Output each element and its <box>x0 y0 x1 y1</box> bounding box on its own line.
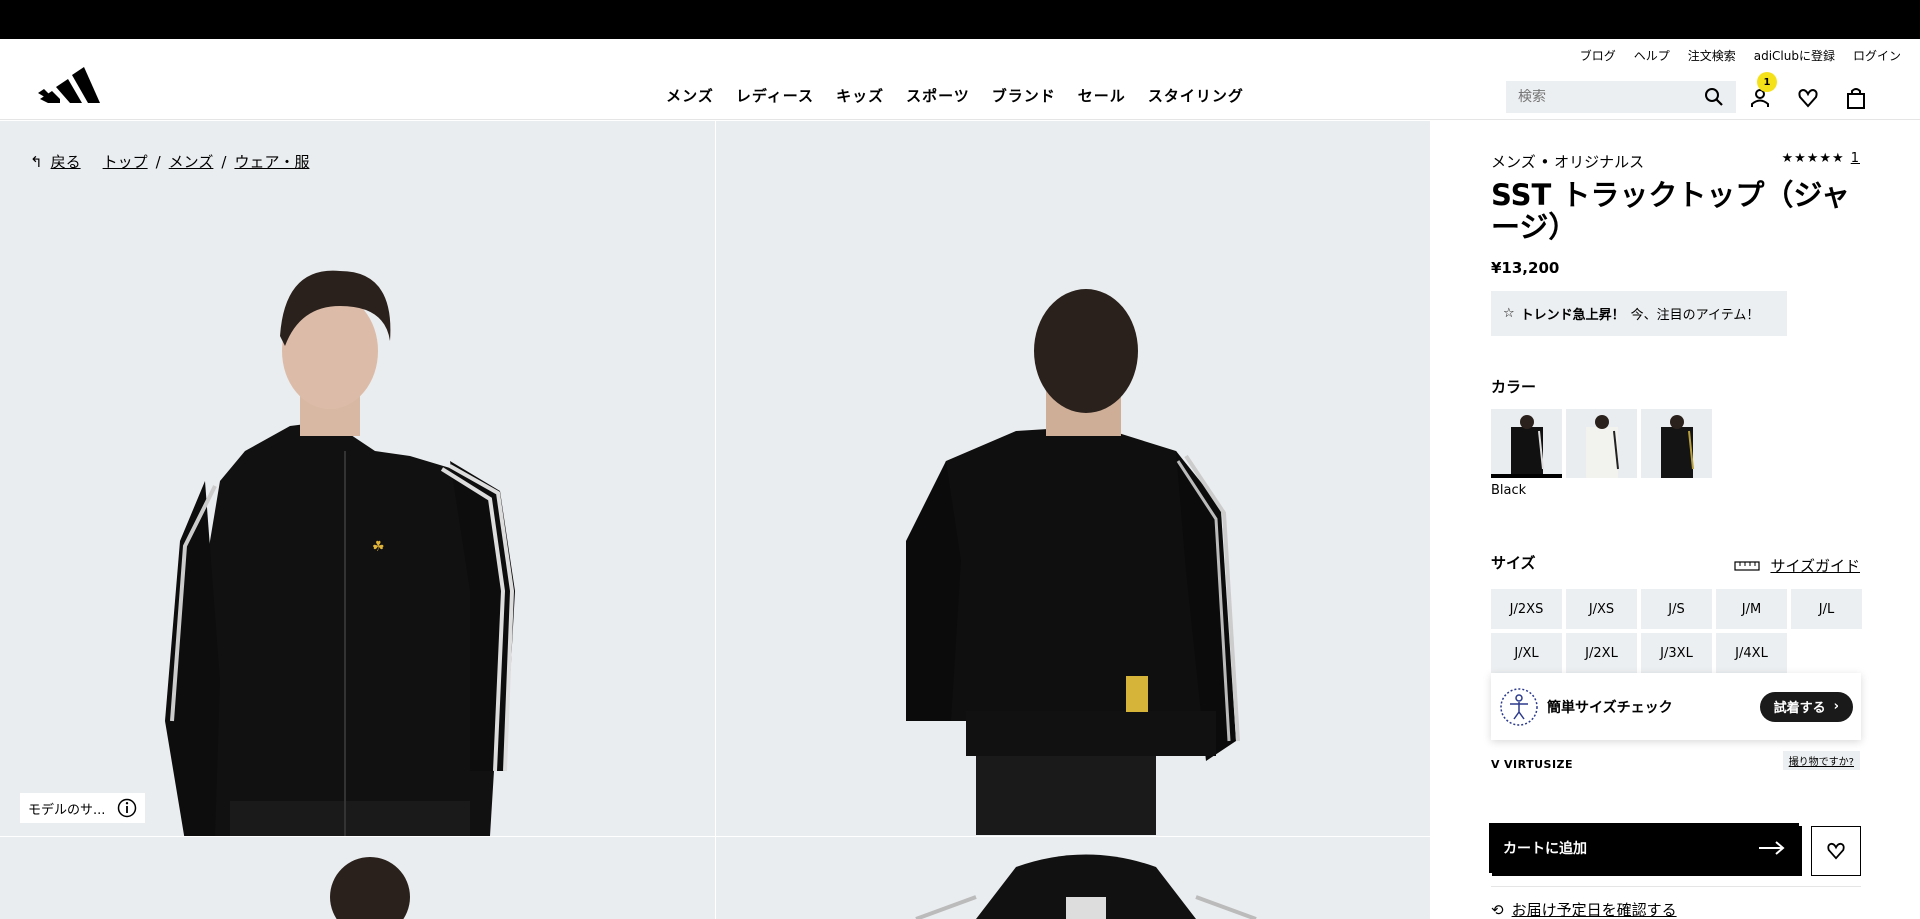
product-photo-front[interactable]: ☘ <box>0 121 715 836</box>
virtusize-card: 簡単サイズチェック 試着する › <box>1491 673 1861 740</box>
product-title: SST トラックトップ（ジャージ） <box>1491 178 1850 244</box>
color-swatches <box>1491 409 1712 478</box>
size-option[interactable]: J/M <box>1716 589 1787 629</box>
breadcrumb-separator: / <box>221 152 227 171</box>
util-adiclub[interactable]: adiClubに登録 <box>1754 47 1835 64</box>
virtusize-v-icon: V <box>1491 758 1501 771</box>
sparkle-icon: ☆ <box>1503 306 1515 321</box>
virtusize-help-link[interactable]: 撮り物ですか? <box>1782 751 1860 770</box>
nav-styling[interactable]: スタイリング <box>1148 85 1244 106</box>
back-arrow-icon[interactable]: ↰ <box>30 153 43 171</box>
size-option[interactable]: J/S <box>1641 589 1712 629</box>
trend-badge: ☆ トレンド急上昇！ 今、注目のアイテム！ <box>1491 291 1787 336</box>
delivery-label: お届け予定日を確認する <box>1511 901 1677 919</box>
add-to-cart-button[interactable]: カートに追加 <box>1489 823 1799 873</box>
search-input[interactable] <box>1518 89 1704 105</box>
product-photo-4[interactable] <box>716 837 1430 919</box>
product-rating[interactable]: ★★★★★ 1 <box>1781 151 1860 166</box>
model-back-image <box>906 289 1240 836</box>
product-gallery: ☘ ↰ 戻る トップ / メンズ / ウェア・服 モデルのサ... <box>0 121 1430 919</box>
bag-icon[interactable] <box>1844 86 1868 110</box>
nav-kids[interactable]: キッズ <box>836 85 884 106</box>
virtusize-text: 簡単サイズチェック <box>1547 699 1673 716</box>
virtusize-logo: V VIRTUSIZE <box>1491 758 1573 771</box>
color-swatch-black[interactable] <box>1491 409 1562 478</box>
model-info-label: モデルのサ... <box>28 802 106 818</box>
size-guide-link[interactable]: サイズガイド <box>1734 555 1860 576</box>
color-swatch-black-gold[interactable] <box>1641 409 1712 478</box>
product-category: メンズ • オリジナルス <box>1491 153 1645 171</box>
product-photo-back[interactable] <box>716 121 1430 836</box>
size-option[interactable]: J/2XS <box>1491 589 1562 629</box>
color-swatch-white[interactable] <box>1566 409 1637 478</box>
trend-bold-text: トレンド急上昇！ <box>1520 308 1625 323</box>
heart-icon <box>1827 842 1845 860</box>
size-guide-label: サイズガイド <box>1770 557 1860 575</box>
size-option[interactable]: J/2XL <box>1566 633 1637 673</box>
history-icon: ⟲ <box>1491 900 1504 919</box>
size-option[interactable]: J/3XL <box>1641 633 1712 673</box>
model-closeup-image <box>330 857 410 919</box>
collar-closeup-image <box>915 854 1257 919</box>
divider <box>1491 886 1861 887</box>
nav-brands[interactable]: ブランド <box>992 85 1056 106</box>
model-front-image: ☘ <box>165 270 515 836</box>
nav-ladies[interactable]: レディース <box>736 85 814 106</box>
delivery-date-link[interactable]: ⟲ お届け予定日を確認する <box>1491 899 1677 919</box>
nav-sale[interactable]: セール <box>1078 85 1126 106</box>
chevron-right-icon: › <box>1833 699 1839 714</box>
breadcrumb: ↰ 戻る トップ / メンズ / ウェア・服 <box>30 151 309 172</box>
size-grid: J/2XS J/XS J/S J/M J/L J/XL J/2XL J/3XL … <box>1491 589 1862 673</box>
model-size-info[interactable]: モデルのサ... <box>20 793 146 823</box>
add-to-wishlist-button[interactable] <box>1811 826 1861 876</box>
util-blog[interactable]: ブログ <box>1580 47 1616 64</box>
wishlist-icon[interactable] <box>1796 86 1820 110</box>
account-badge: 1 <box>1757 72 1777 92</box>
product-info-panel: メンズ • オリジナルス ★★★★★ 1 SST トラックトップ（ジャージ） ¥… <box>1431 121 1920 919</box>
site-header: ブログ ヘルプ 注文検索 adiClubに登録 ログイン メンズ レディース キ… <box>0 39 1920 120</box>
search-icon[interactable] <box>1704 87 1724 107</box>
rating-stars: ★★★★★ <box>1781 151 1845 166</box>
color-heading: カラー <box>1491 378 1537 396</box>
svg-text:☘: ☘ <box>372 539 385 555</box>
breadcrumb-separator: / <box>155 152 161 171</box>
product-price: ¥13,200 <box>1491 259 1560 277</box>
size-option[interactable]: J/4XL <box>1716 633 1787 673</box>
info-icon <box>118 798 137 818</box>
add-to-cart-label: カートに追加 <box>1503 841 1587 857</box>
breadcrumb-top[interactable]: トップ <box>103 151 148 172</box>
utility-links: ブログ ヘルプ 注文検索 adiClubに登録 ログイン <box>1580 47 1901 64</box>
breadcrumb-wear[interactable]: ウェア・服 <box>234 151 309 172</box>
nav-mens[interactable]: メンズ <box>666 85 714 106</box>
util-login[interactable]: ログイン <box>1853 47 1901 64</box>
size-option[interactable]: J/L <box>1791 589 1862 629</box>
product-photo-3[interactable] <box>0 837 715 919</box>
util-help[interactable]: ヘルプ <box>1634 47 1670 64</box>
size-option[interactable]: J/XS <box>1566 589 1637 629</box>
review-count[interactable]: 1 <box>1851 151 1860 166</box>
search-box <box>1506 81 1736 113</box>
ruler-icon <box>1734 560 1761 571</box>
promo-bar <box>0 0 1920 39</box>
try-on-button[interactable]: 試着する › <box>1759 691 1853 722</box>
selected-color-name: Black <box>1491 483 1527 498</box>
nav-sports[interactable]: スポーツ <box>906 85 970 106</box>
size-heading: サイズ <box>1491 554 1536 572</box>
size-option[interactable]: J/XL <box>1491 633 1562 673</box>
util-order-search[interactable]: 注文検索 <box>1688 47 1736 64</box>
virtusize-logo-text: VIRTUSIZE <box>1504 758 1574 771</box>
breadcrumb-mens[interactable]: メンズ <box>169 151 214 172</box>
arrow-right-icon <box>1759 841 1785 855</box>
trend-text: 今、注目のアイテム！ <box>1630 308 1760 323</box>
try-on-label: 試着する <box>1773 701 1826 716</box>
breadcrumb-back[interactable]: 戻る <box>51 151 81 172</box>
fit-person-icon <box>1500 687 1538 726</box>
